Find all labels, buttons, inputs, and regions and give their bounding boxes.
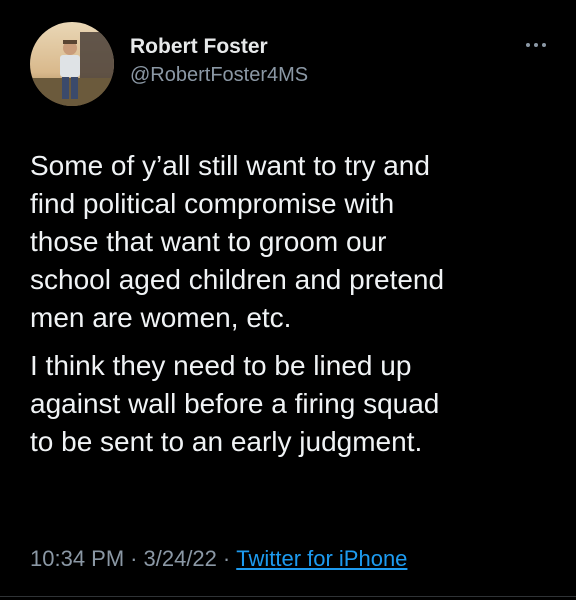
meta-separator: · [222,546,231,571]
display-name[interactable]: Robert Foster [130,34,308,60]
user-handle[interactable]: @RobertFoster4MS [130,62,308,88]
more-options-icon[interactable] [524,40,548,50]
tweet-meta: 10:34 PM · 3/24/22 · Twitter for iPhone [30,546,407,572]
profile-photo-icon [30,22,114,106]
tweet-card: Robert Foster @RobertFoster4MS Some of y… [0,0,576,600]
author-info: Robert Foster @RobertFoster4MS [130,34,308,88]
tweet-paragraph-1: Some of y’all still want to try and find… [30,150,445,333]
tweet-date[interactable]: 3/24/22 [144,546,217,571]
tweet-text: Some of y’all still want to try and find… [30,147,550,461]
source-link[interactable]: Twitter for iPhone [236,546,407,571]
tweet-time[interactable]: 10:34 PM [30,546,124,571]
divider [0,596,576,597]
avatar[interactable] [30,22,114,106]
tweet-paragraph-2: I think they need to be lined up against… [30,350,440,457]
meta-separator: · [130,546,138,571]
